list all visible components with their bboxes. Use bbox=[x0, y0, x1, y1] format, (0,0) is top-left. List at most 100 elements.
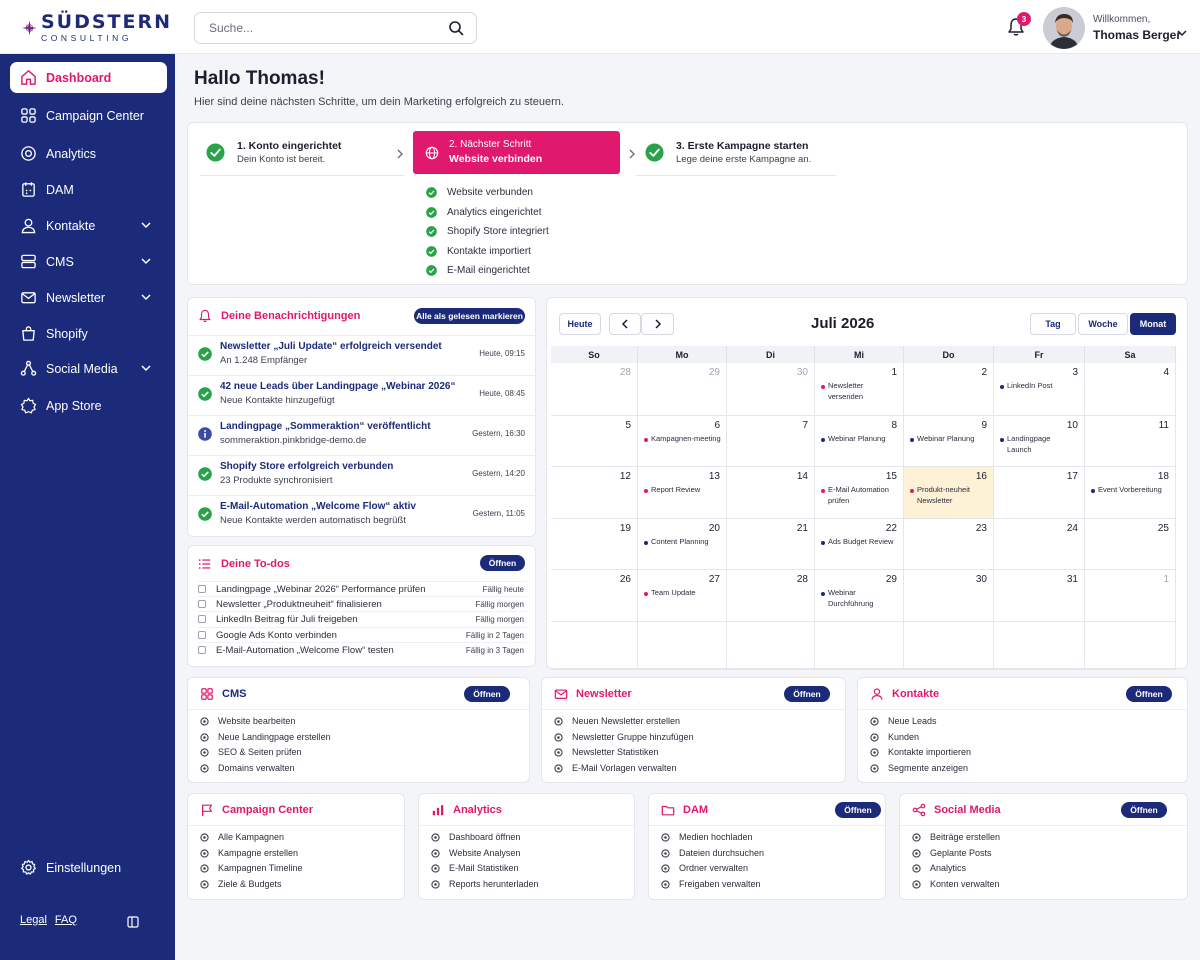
module-link[interactable]: Reports herunterladen bbox=[431, 879, 539, 889]
calendar-day-cell[interactable]: 26 bbox=[551, 570, 638, 622]
calendar-event[interactable]: Newsletter versenden bbox=[821, 381, 898, 403]
calendar-day-cell[interactable]: 16 Produkt-neuheit Newsletter bbox=[904, 467, 994, 519]
calendar-event[interactable]: E-Mail Automation prüfen bbox=[821, 485, 898, 507]
chevron-down-icon[interactable] bbox=[141, 364, 151, 372]
todo-item[interactable]: Google Ads Konto verbinden Fällig in 2 Ta… bbox=[198, 627, 527, 642]
calendar-day-cell[interactable]: 30 bbox=[904, 570, 994, 622]
notification-item[interactable]: 42 neue Leads über Landingpage „Webinar … bbox=[188, 375, 537, 415]
module-open-button[interactable]: Öffnen bbox=[835, 802, 881, 818]
calendar-day-cell[interactable] bbox=[551, 622, 638, 670]
module-link[interactable]: Newsletter Gruppe hinzufügen bbox=[554, 732, 694, 742]
module-open-button[interactable]: Öffnen bbox=[784, 686, 830, 702]
sidebar-item-settings[interactable]: Einstellungen bbox=[10, 852, 167, 883]
sidebar-item-analytics[interactable]: Analytics bbox=[10, 138, 167, 169]
module-link[interactable]: Geplante Posts bbox=[912, 848, 992, 858]
module-link[interactable]: Ordner verwalten bbox=[661, 863, 748, 873]
chevron-down-icon[interactable] bbox=[1177, 29, 1187, 37]
notification-item[interactable]: Newsletter „Juli Update“ erfolgreich ver… bbox=[188, 335, 537, 375]
todo-checkbox[interactable] bbox=[198, 631, 206, 639]
legal-link[interactable]: Legal bbox=[20, 914, 47, 926]
calendar-day-cell[interactable]: 4 bbox=[1085, 363, 1176, 416]
calendar-day-cell[interactable]: 12 bbox=[551, 467, 638, 519]
chevron-down-icon[interactable] bbox=[141, 221, 151, 229]
todo-item[interactable]: LinkedIn Beitrag für Juli freigeben Fälli… bbox=[198, 611, 527, 626]
search-icon[interactable] bbox=[448, 20, 464, 36]
view-monat-button[interactable]: Monat bbox=[1130, 313, 1176, 335]
user-avatar[interactable] bbox=[1043, 7, 1085, 49]
sidebar-item-app-store[interactable]: App Store bbox=[10, 390, 167, 421]
notification-item[interactable]: Shopify Store erfolgreich verbunden 23 P… bbox=[188, 455, 537, 495]
sidebar-item-dashboard[interactable]: Dashboard bbox=[10, 62, 167, 93]
calendar-day-cell[interactable]: 19 bbox=[551, 519, 638, 570]
calendar-prev-button[interactable] bbox=[609, 313, 641, 335]
calendar-day-cell[interactable]: 14 bbox=[727, 467, 815, 519]
chevron-down-icon[interactable] bbox=[141, 293, 151, 301]
calendar-day-cell[interactable]: 22 Ads Budget Review bbox=[815, 519, 904, 570]
module-link[interactable]: Segmente anzeigen bbox=[870, 763, 968, 773]
calendar-event[interactable]: Webinar Planung bbox=[821, 434, 898, 445]
module-link[interactable]: Medien hochladen bbox=[661, 832, 753, 842]
module-link[interactable]: Neue Landingpage erstellen bbox=[200, 732, 331, 742]
mark-all-read-button[interactable]: Alle als gelesen markieren bbox=[414, 308, 525, 324]
step-konto[interactable]: 1. Konto eingerichtet Dein Konto ist ber… bbox=[206, 131, 406, 174]
calendar-day-cell[interactable]: 24 bbox=[994, 519, 1085, 570]
calendar-day-cell[interactable]: 21 bbox=[727, 519, 815, 570]
calendar-day-cell[interactable] bbox=[904, 622, 994, 670]
user-info[interactable]: Willkommen, Thomas Berger bbox=[1093, 13, 1181, 43]
module-link[interactable]: E-Mail Vorlagen verwalten bbox=[554, 763, 677, 773]
calendar-event[interactable]: Landingpage Launch bbox=[1000, 434, 1077, 456]
todo-checkbox[interactable] bbox=[198, 600, 206, 608]
calendar-day-cell[interactable]: 29 bbox=[638, 363, 727, 416]
module-link[interactable]: Website Analysen bbox=[431, 848, 520, 858]
calendar-event[interactable]: Content Planning bbox=[644, 537, 721, 548]
module-link[interactable]: Ziele & Budgets bbox=[200, 879, 282, 889]
calendar-event[interactable]: Ads Budget Review bbox=[821, 537, 898, 548]
sidebar-item-shopify[interactable]: Shopify bbox=[10, 318, 167, 349]
module-link[interactable]: Freigaben verwalten bbox=[661, 879, 761, 889]
sidebar-item-campaign-center[interactable]: Campaign Center bbox=[10, 100, 167, 131]
search-input[interactable] bbox=[195, 13, 435, 43]
module-link[interactable]: Neue Leads bbox=[870, 716, 937, 726]
calendar-event[interactable]: Event Vorbereitung bbox=[1091, 485, 1168, 496]
sidebar-item-kontakte[interactable]: Kontakte bbox=[10, 210, 167, 241]
calendar-day-cell[interactable]: 28 bbox=[727, 570, 815, 622]
calendar-event[interactable]: Kampagnen-meeting bbox=[644, 434, 721, 445]
calendar-day-cell[interactable] bbox=[638, 622, 727, 670]
calendar-day-cell[interactable]: 1 Newsletter versenden bbox=[815, 363, 904, 416]
todos-open-button[interactable]: Öffnen bbox=[480, 555, 525, 571]
module-link[interactable]: Dateien durchsuchen bbox=[661, 848, 764, 858]
calendar-day-cell[interactable]: 6 Kampagnen-meeting bbox=[638, 416, 727, 467]
calendar-today-button[interactable]: Heute bbox=[559, 313, 601, 335]
module-link[interactable]: Kunden bbox=[870, 732, 919, 742]
view-tag-button[interactable]: Tag bbox=[1030, 313, 1076, 335]
calendar-day-cell[interactable]: 7 bbox=[727, 416, 815, 467]
sidebar-item-social-media[interactable]: Social Media bbox=[10, 353, 167, 384]
calendar-day-cell[interactable]: 31 bbox=[994, 570, 1085, 622]
calendar-event[interactable]: Webinar Planung bbox=[910, 434, 987, 445]
module-open-button[interactable]: Öffnen bbox=[1121, 802, 1167, 818]
calendar-day-cell[interactable]: 29 Webinar Durchführung bbox=[815, 570, 904, 622]
module-link[interactable]: Alle Kampagnen bbox=[200, 832, 284, 842]
calendar-day-cell[interactable]: 25 bbox=[1085, 519, 1176, 570]
faq-link[interactable]: FAQ bbox=[55, 914, 77, 926]
view-woche-button[interactable]: Woche bbox=[1078, 313, 1128, 335]
calendar-event[interactable]: Webinar Durchführung bbox=[821, 588, 898, 610]
calendar-day-cell[interactable] bbox=[727, 622, 815, 670]
calendar-day-cell[interactable]: 8 Webinar Planung bbox=[815, 416, 904, 467]
calendar-day-cell[interactable] bbox=[994, 622, 1085, 670]
module-link[interactable]: Neuen Newsletter erstellen bbox=[554, 716, 680, 726]
calendar-day-cell[interactable]: 18 Event Vorbereitung bbox=[1085, 467, 1176, 519]
sidebar-item-cms[interactable]: CMS bbox=[10, 246, 167, 277]
notification-item[interactable]: E-Mail-Automation „Welcome Flow“ aktiv N… bbox=[188, 495, 537, 535]
calendar-event[interactable]: Produkt-neuheit Newsletter bbox=[910, 485, 987, 507]
brand-logo[interactable]: SÜDSTERN CONSULTING bbox=[22, 8, 172, 48]
module-link[interactable]: Website bearbeiten bbox=[200, 716, 295, 726]
module-link[interactable]: SEO & Seiten prüfen bbox=[200, 747, 302, 757]
calendar-day-cell[interactable]: 20 Content Planning bbox=[638, 519, 727, 570]
calendar-day-cell[interactable]: 15 E-Mail Automation prüfen bbox=[815, 467, 904, 519]
module-link[interactable]: Konten verwalten bbox=[912, 879, 1000, 889]
step-erste-kampagne[interactable]: 3. Erste Kampagne starten Lege deine ers… bbox=[645, 131, 855, 174]
module-link[interactable]: E-Mail Statistiken bbox=[431, 863, 519, 873]
calendar-day-cell[interactable]: 28 bbox=[551, 363, 638, 416]
todo-checkbox[interactable] bbox=[198, 615, 206, 623]
